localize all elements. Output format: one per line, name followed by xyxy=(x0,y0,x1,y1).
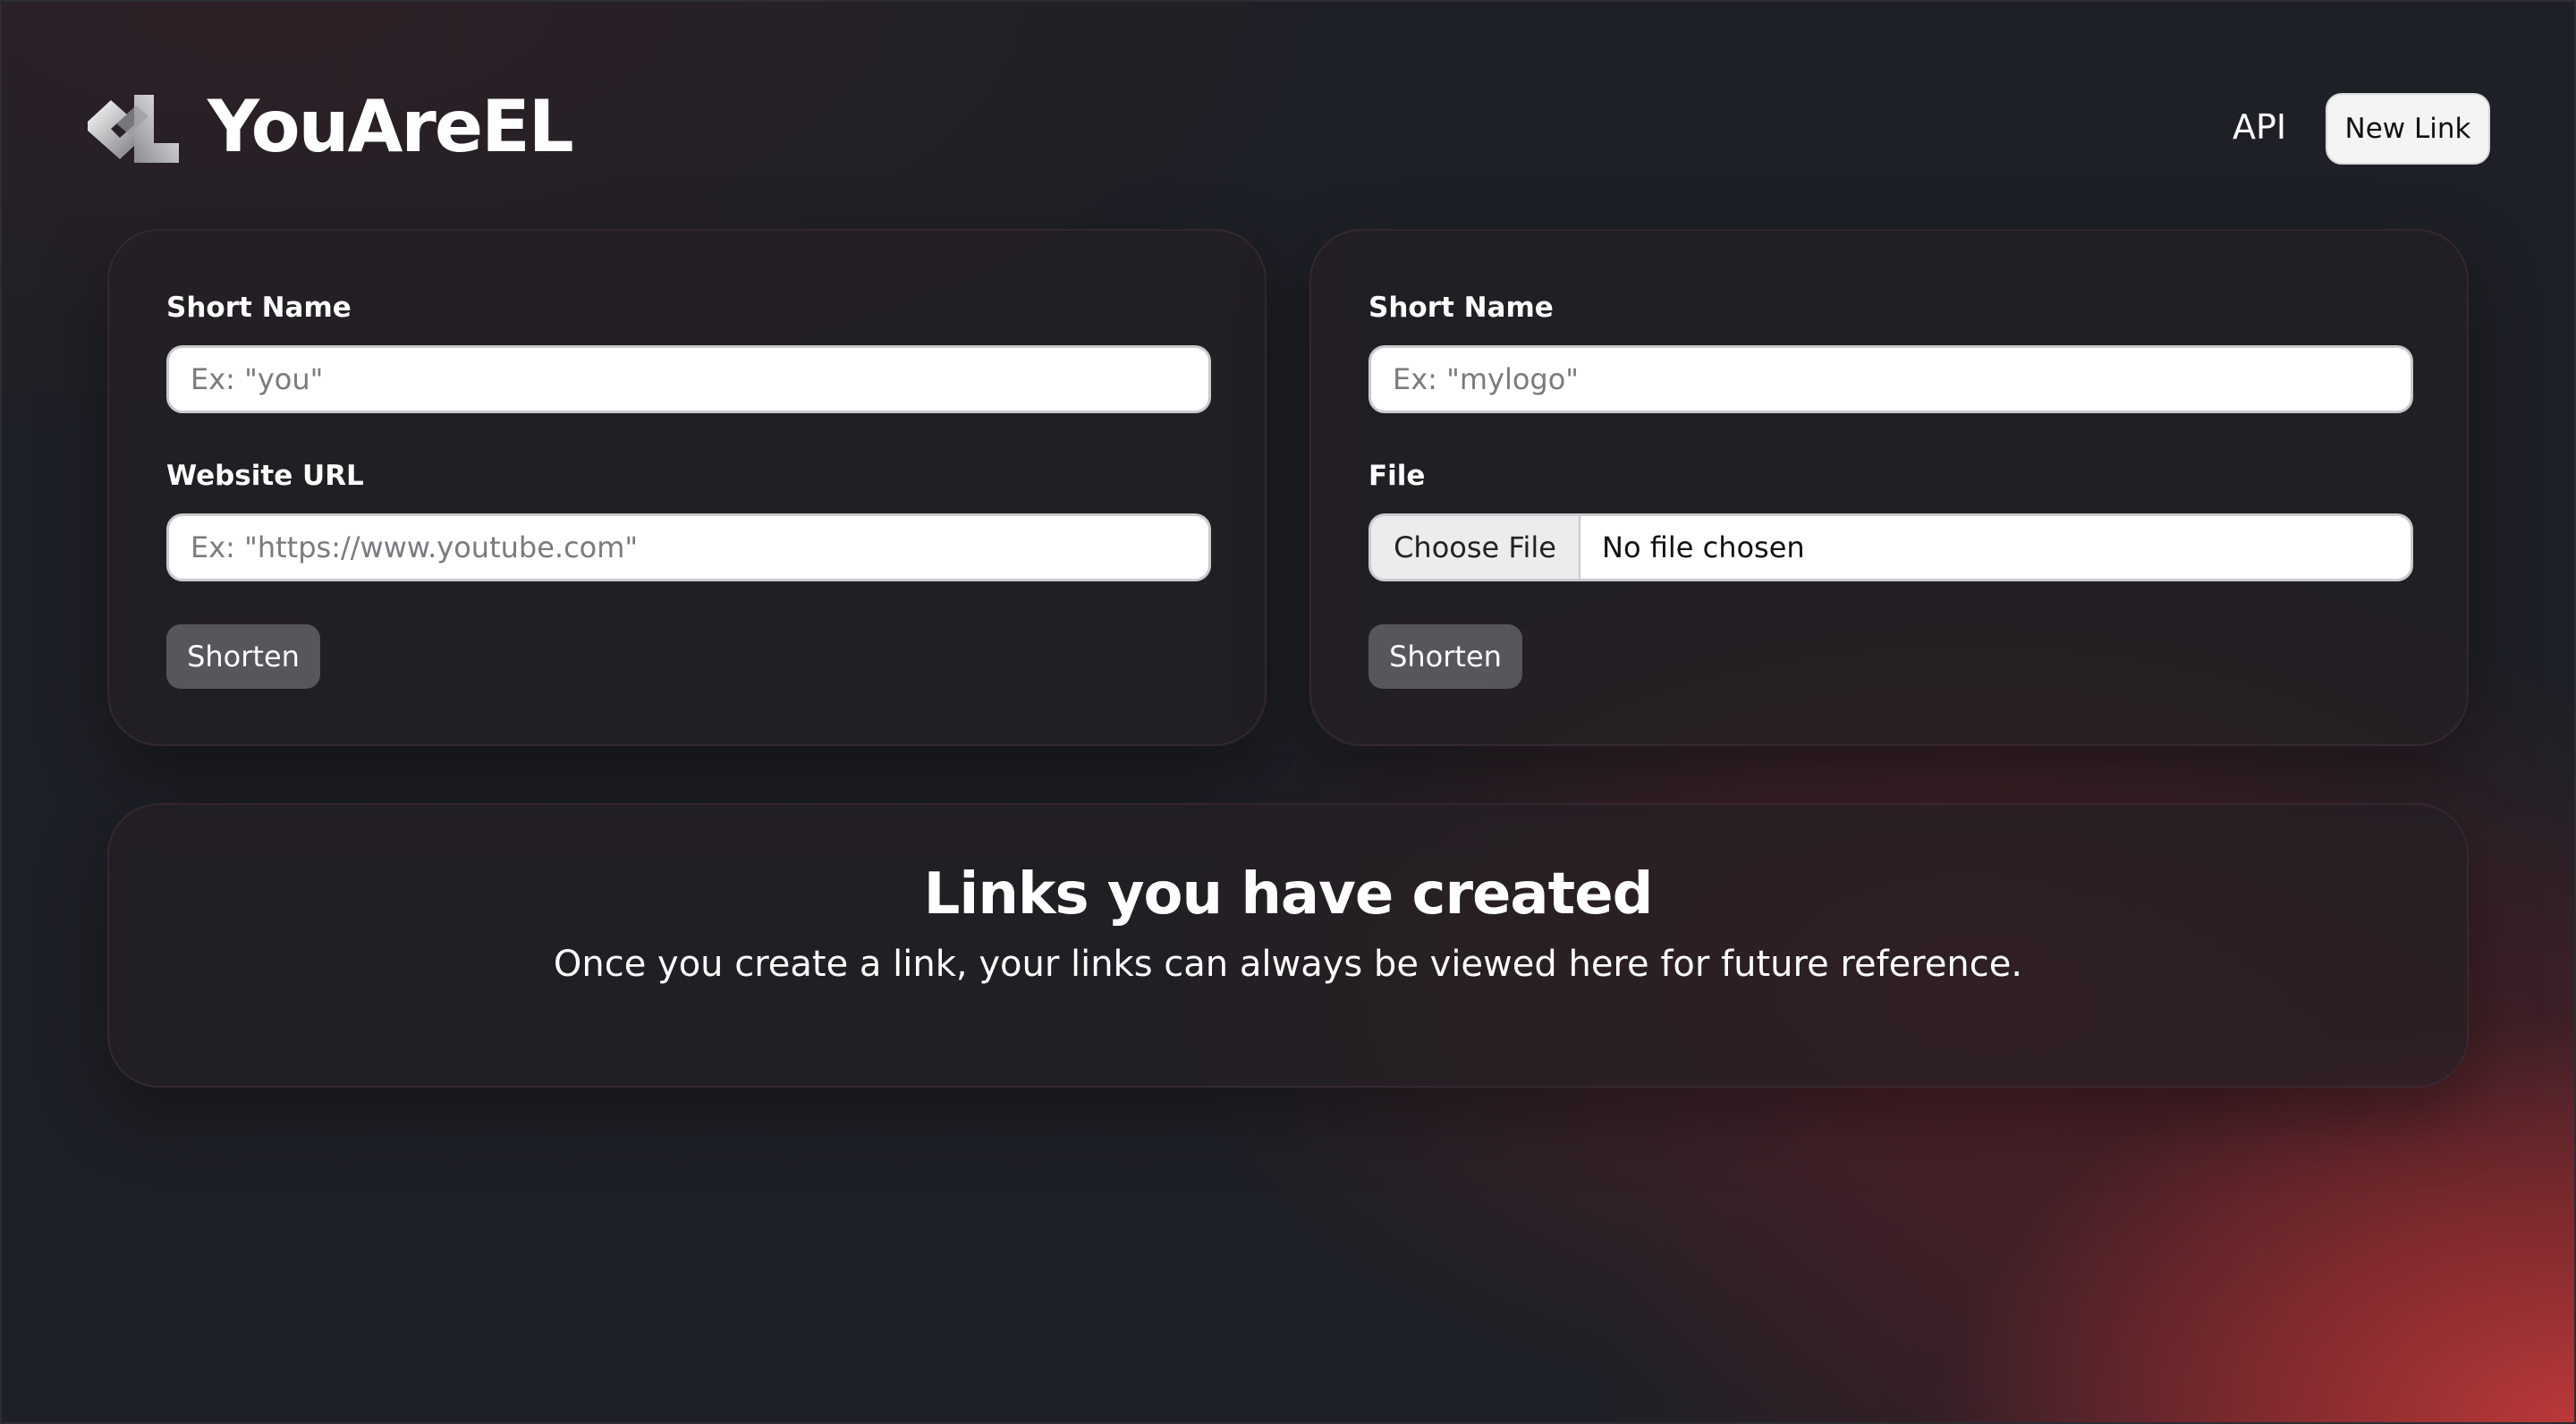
links-subtitle: Once you create a link, your links can a… xyxy=(553,944,2023,985)
brand-name[interactable]: YouAreEL xyxy=(208,82,574,172)
chain-link-logo-icon[interactable] xyxy=(84,88,182,168)
api-link[interactable]: API xyxy=(2233,104,2286,150)
website-url-label: Website URL xyxy=(166,460,364,492)
file-short-name-input[interactable] xyxy=(1368,345,2413,413)
shorten-url-button[interactable]: Shorten xyxy=(166,624,320,689)
short-name-input[interactable] xyxy=(166,345,1211,413)
short-name-label: Short Name xyxy=(166,292,352,324)
file-input[interactable]: Choose File No file chosen xyxy=(1368,513,2413,581)
file-status-text: No file chosen xyxy=(1602,530,1805,564)
file-short-name-label: Short Name xyxy=(1368,292,1554,324)
file-label: File xyxy=(1368,460,1426,492)
file-shorten-card: Short Name File Choose File No file chos… xyxy=(1309,229,2469,746)
website-url-input[interactable] xyxy=(166,513,1211,581)
new-link-button[interactable]: New Link xyxy=(2326,93,2490,165)
created-links-card: Links you have created Once you create a… xyxy=(107,803,2469,1088)
shorten-file-button[interactable]: Shorten xyxy=(1368,624,1522,689)
links-title: Links you have created xyxy=(923,861,1654,928)
top-bar: YouAreEL API New Link xyxy=(0,0,2576,206)
choose-file-button[interactable]: Choose File xyxy=(1371,516,1580,579)
url-shorten-card: Short Name Website URL Shorten xyxy=(107,229,1267,746)
